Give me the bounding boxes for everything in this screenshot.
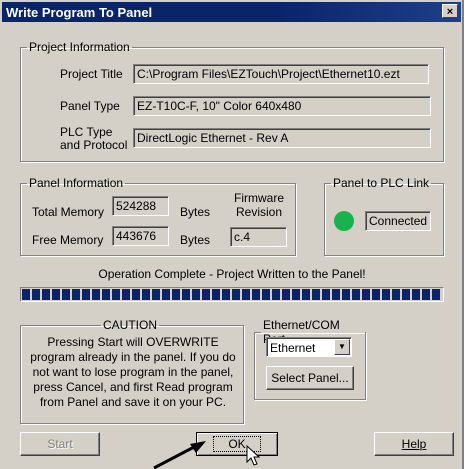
- annotation-arrow-icon: [153, 441, 206, 469]
- progress-block: [422, 289, 430, 300]
- project-title-field: C:\Program Files\EZTouch\Project\Etherne…: [133, 64, 429, 84]
- progress-block: [212, 289, 220, 300]
- help-button[interactable]: Help: [374, 432, 454, 456]
- project-title-label: Project Title: [60, 67, 123, 81]
- progress-block: [342, 289, 350, 300]
- progress-block: [242, 289, 250, 300]
- progress-block: [222, 289, 230, 300]
- progress-block: [322, 289, 330, 300]
- progress-block: [192, 289, 200, 300]
- plc-type-label-line2: and Protocol: [60, 138, 128, 152]
- caution-line: from Panel and save it on your PC.: [39, 395, 227, 409]
- progress-block: [382, 289, 390, 300]
- title-bar[interactable]: Write Program To Panel ×: [2, 2, 461, 22]
- plc-type-label: PLC Type and Protocol: [60, 126, 127, 152]
- operation-status-text: Operation Complete - Project Written to …: [98, 267, 366, 281]
- progress-block: [92, 289, 100, 300]
- port-select[interactable]: Ethernet ▼: [266, 337, 352, 357]
- progress-block: [182, 289, 190, 300]
- progress-block: [112, 289, 120, 300]
- progress-block: [122, 289, 130, 300]
- caution-line: Pressing Start will OVERWRITE: [47, 335, 219, 349]
- project-information-legend: Project Information: [29, 40, 130, 54]
- caution-text: Pressing Start will OVERWRITE program al…: [28, 335, 238, 410]
- progress-block: [172, 289, 180, 300]
- firmware-revision-field: c.4: [230, 227, 287, 247]
- progress-block: [202, 289, 210, 300]
- progress-block: [132, 289, 140, 300]
- progress-block: [152, 289, 160, 300]
- total-memory-bytes-label: Bytes: [180, 205, 211, 219]
- progress-block: [252, 289, 260, 300]
- close-button[interactable]: ×: [442, 4, 458, 18]
- progress-block: [232, 289, 240, 300]
- progress-block: [42, 289, 50, 300]
- free-memory-field: 443676: [112, 226, 169, 246]
- progress-block: [162, 289, 170, 300]
- progress-block: [262, 289, 270, 300]
- caution-line: press Cancel, and first Read program: [33, 380, 233, 394]
- progress-block: [312, 289, 320, 300]
- caution-legend: CAUTION: [103, 318, 157, 332]
- start-button-label: Start: [47, 437, 73, 451]
- progress-block: [402, 289, 410, 300]
- port-select-value: Ethernet: [270, 341, 316, 355]
- progress-block: [32, 289, 40, 300]
- progress-block: [392, 289, 400, 300]
- link-status-led: [334, 211, 354, 231]
- progress-block: [102, 289, 110, 300]
- panel-type-label: Panel Type: [60, 99, 120, 113]
- link-status-field: Connected: [365, 211, 431, 231]
- caution-line: program already in the panel. If you do: [30, 350, 236, 364]
- progress-block: [62, 289, 70, 300]
- progress-block: [22, 289, 30, 300]
- progress-bar: [20, 287, 444, 302]
- progress-block: [142, 289, 150, 300]
- progress-block: [352, 289, 360, 300]
- total-memory-label: Total Memory: [32, 205, 105, 219]
- progress-block: [72, 289, 80, 300]
- progress-block: [372, 289, 380, 300]
- progress-block: [82, 289, 90, 300]
- progress-block: [362, 289, 370, 300]
- plc-link-legend: Panel to PLC Link: [333, 176, 430, 190]
- panel-information-legend: Panel Information: [29, 176, 124, 190]
- start-button[interactable]: Start: [20, 432, 100, 456]
- progress-block: [432, 289, 440, 300]
- window-title: Write Program To Panel: [6, 5, 153, 20]
- chevron-down-icon[interactable]: ▼: [334, 339, 350, 355]
- write-program-dialog: Write Program To Panel × Project Informa…: [0, 0, 464, 469]
- progress-block: [412, 289, 420, 300]
- progress-block: [332, 289, 340, 300]
- firmware-label-line1: Firmware: [234, 191, 284, 205]
- progress-block: [302, 289, 310, 300]
- progress-block: [52, 289, 60, 300]
- cursor-icon: [246, 445, 261, 466]
- help-button-label: Help: [401, 437, 427, 451]
- panel-type-field: EZ-T10C-F, 10" Color 640x480: [133, 96, 431, 116]
- progress-block: [272, 289, 280, 300]
- select-panel-button[interactable]: Select Panel...: [266, 366, 354, 390]
- plc-type-field: DirectLogic Ethernet - Rev A: [133, 128, 431, 148]
- progress-block: [292, 289, 300, 300]
- plc-type-label-line1: PLC Type: [60, 125, 113, 139]
- free-memory-label: Free Memory: [32, 233, 104, 247]
- total-memory-field: 524288: [112, 196, 169, 216]
- firmware-revision-label: Firmware Revision: [234, 191, 284, 219]
- free-memory-bytes-label: Bytes: [180, 233, 211, 247]
- firmware-label-line2: Revision: [235, 205, 283, 219]
- caution-line: not want to lose program in the panel,: [32, 365, 234, 379]
- progress-block: [282, 289, 290, 300]
